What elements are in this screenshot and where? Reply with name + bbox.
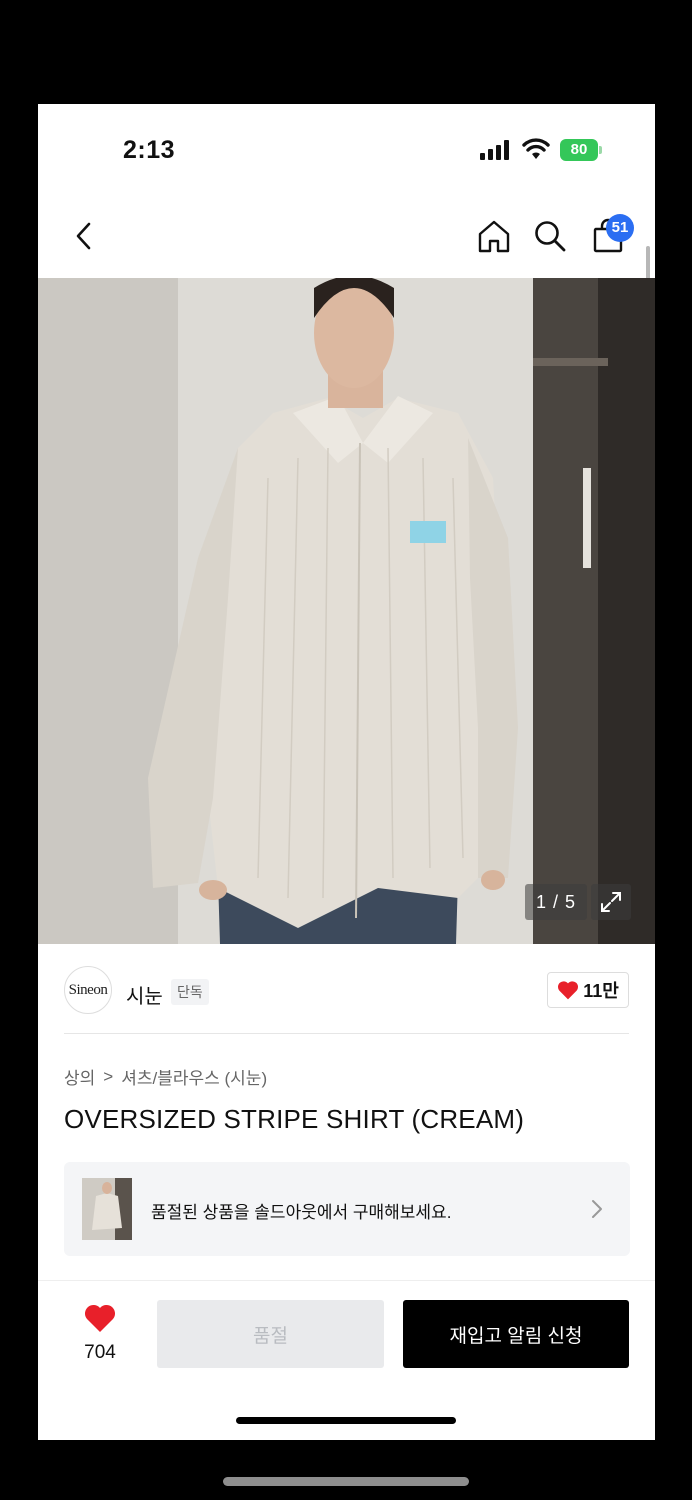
image-counter: 1 / 5 <box>525 884 587 920</box>
banner-thumbnail <box>82 1178 132 1240</box>
heart-icon <box>558 981 579 1000</box>
product-photo-illustration <box>38 278 655 944</box>
breadcrumb-category[interactable]: 상의 <box>64 1064 95 1089</box>
brand-name[interactable]: 시눈 <box>126 980 163 1009</box>
brand-logo[interactable]: Sineon <box>64 966 112 1014</box>
expand-icon[interactable] <box>591 884 631 920</box>
home-indicator[interactable] <box>236 1417 456 1424</box>
divider <box>64 1033 629 1034</box>
breadcrumb: 상의 > 셔츠/블라우스 (시눈) <box>64 1064 267 1089</box>
cart-count-badge: 51 <box>606 214 634 242</box>
app-screen: 2:13 80 51 1 / 5 Sineon 시눈 단독 11만 상의 > 셔… <box>38 104 655 1440</box>
restock-alert-button[interactable]: 재입고 알림 신청 <box>403 1300 629 1368</box>
home-icon[interactable] <box>474 216 514 256</box>
battery-level: 80 <box>570 141 588 158</box>
search-icon[interactable] <box>530 216 570 256</box>
brand-like-button[interactable]: 11만 <box>547 972 629 1008</box>
status-time: 2:13 <box>123 136 176 164</box>
soldout-marketplace-banner[interactable]: 품절된 상품을 솔드아웃에서 구매해보세요. <box>64 1162 630 1256</box>
breadcrumb-subcategory[interactable]: 셔츠/블라우스 (시눈) <box>121 1064 267 1089</box>
breadcrumb-separator: > <box>103 1066 114 1086</box>
exclusive-badge: 단독 <box>171 979 209 1005</box>
banner-text: 품절된 상품을 솔드아웃에서 구매해보세요. <box>151 1203 452 1222</box>
chevron-right-icon <box>592 1200 602 1218</box>
wifi-icon <box>522 138 550 159</box>
battery-icon: 80 <box>560 139 602 161</box>
heart-icon <box>84 1304 116 1332</box>
top-nav <box>38 194 655 278</box>
cellular-signal-icon <box>480 140 512 160</box>
product-title: OVERSIZED STRIPE SHIRT (CREAM) <box>64 1104 525 1134</box>
brand-like-count: 11만 <box>583 981 619 1001</box>
brand-row: Sineon 시눈 단독 11만 <box>38 944 655 1040</box>
product-photo[interactable] <box>38 278 655 944</box>
purchase-bar: 704 품절 재입고 알림 신청 <box>38 1280 655 1440</box>
status-bar: 2:13 80 <box>38 104 655 194</box>
outer-home-indicator <box>223 1477 469 1486</box>
chevron-left-icon[interactable] <box>64 216 104 256</box>
product-like-count: 704 <box>84 1342 116 1363</box>
soldout-button[interactable]: 품절 <box>157 1300 384 1368</box>
product-like-button[interactable]: 704 <box>72 1303 128 1364</box>
